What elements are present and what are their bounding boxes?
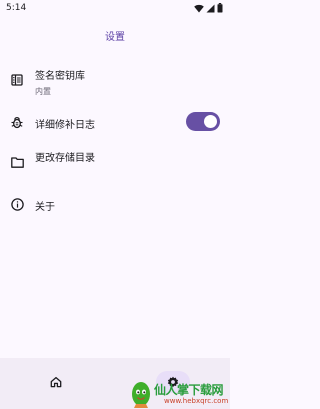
verbose-log-setting[interactable]: 详细修补日志	[0, 111, 230, 133]
watermark: 仙人掌下载网 www.hebxqrc.com	[128, 380, 230, 409]
bug-icon	[10, 115, 24, 129]
storage-title: 更改存储目录	[35, 153, 95, 164]
watermark-url: www.hebxqrc.com	[164, 397, 229, 405]
verbose-log-toggle[interactable]	[186, 112, 220, 131]
verbose-log-title: 详细修补日志	[35, 120, 95, 131]
keystore-icon	[10, 73, 24, 87]
keystore-subtitle: 内置	[35, 87, 51, 96]
keystore-setting[interactable]: 签名密钥库 内置	[0, 66, 230, 98]
keystore-title: 签名密钥库	[35, 71, 85, 82]
watermark-text: 仙人掌下载网	[154, 383, 224, 397]
page-title: 设置	[105, 32, 125, 43]
about-title: 关于	[35, 202, 55, 213]
toggle-knob	[204, 115, 217, 128]
home-icon	[50, 376, 62, 388]
cactus-logo-icon	[132, 382, 150, 408]
nav-home[interactable]	[39, 371, 73, 393]
storage-setting[interactable]: 更改存储目录	[0, 147, 230, 169]
info-icon	[10, 197, 24, 211]
folder-icon	[10, 155, 24, 169]
status-icons	[194, 3, 223, 13]
about-setting[interactable]: 关于	[0, 194, 230, 216]
status-bar: 5:14	[0, 0, 230, 16]
status-time: 5:14	[6, 3, 27, 13]
wifi-icon	[194, 4, 204, 12]
battery-icon	[217, 3, 223, 13]
signal-icon	[206, 4, 215, 12]
